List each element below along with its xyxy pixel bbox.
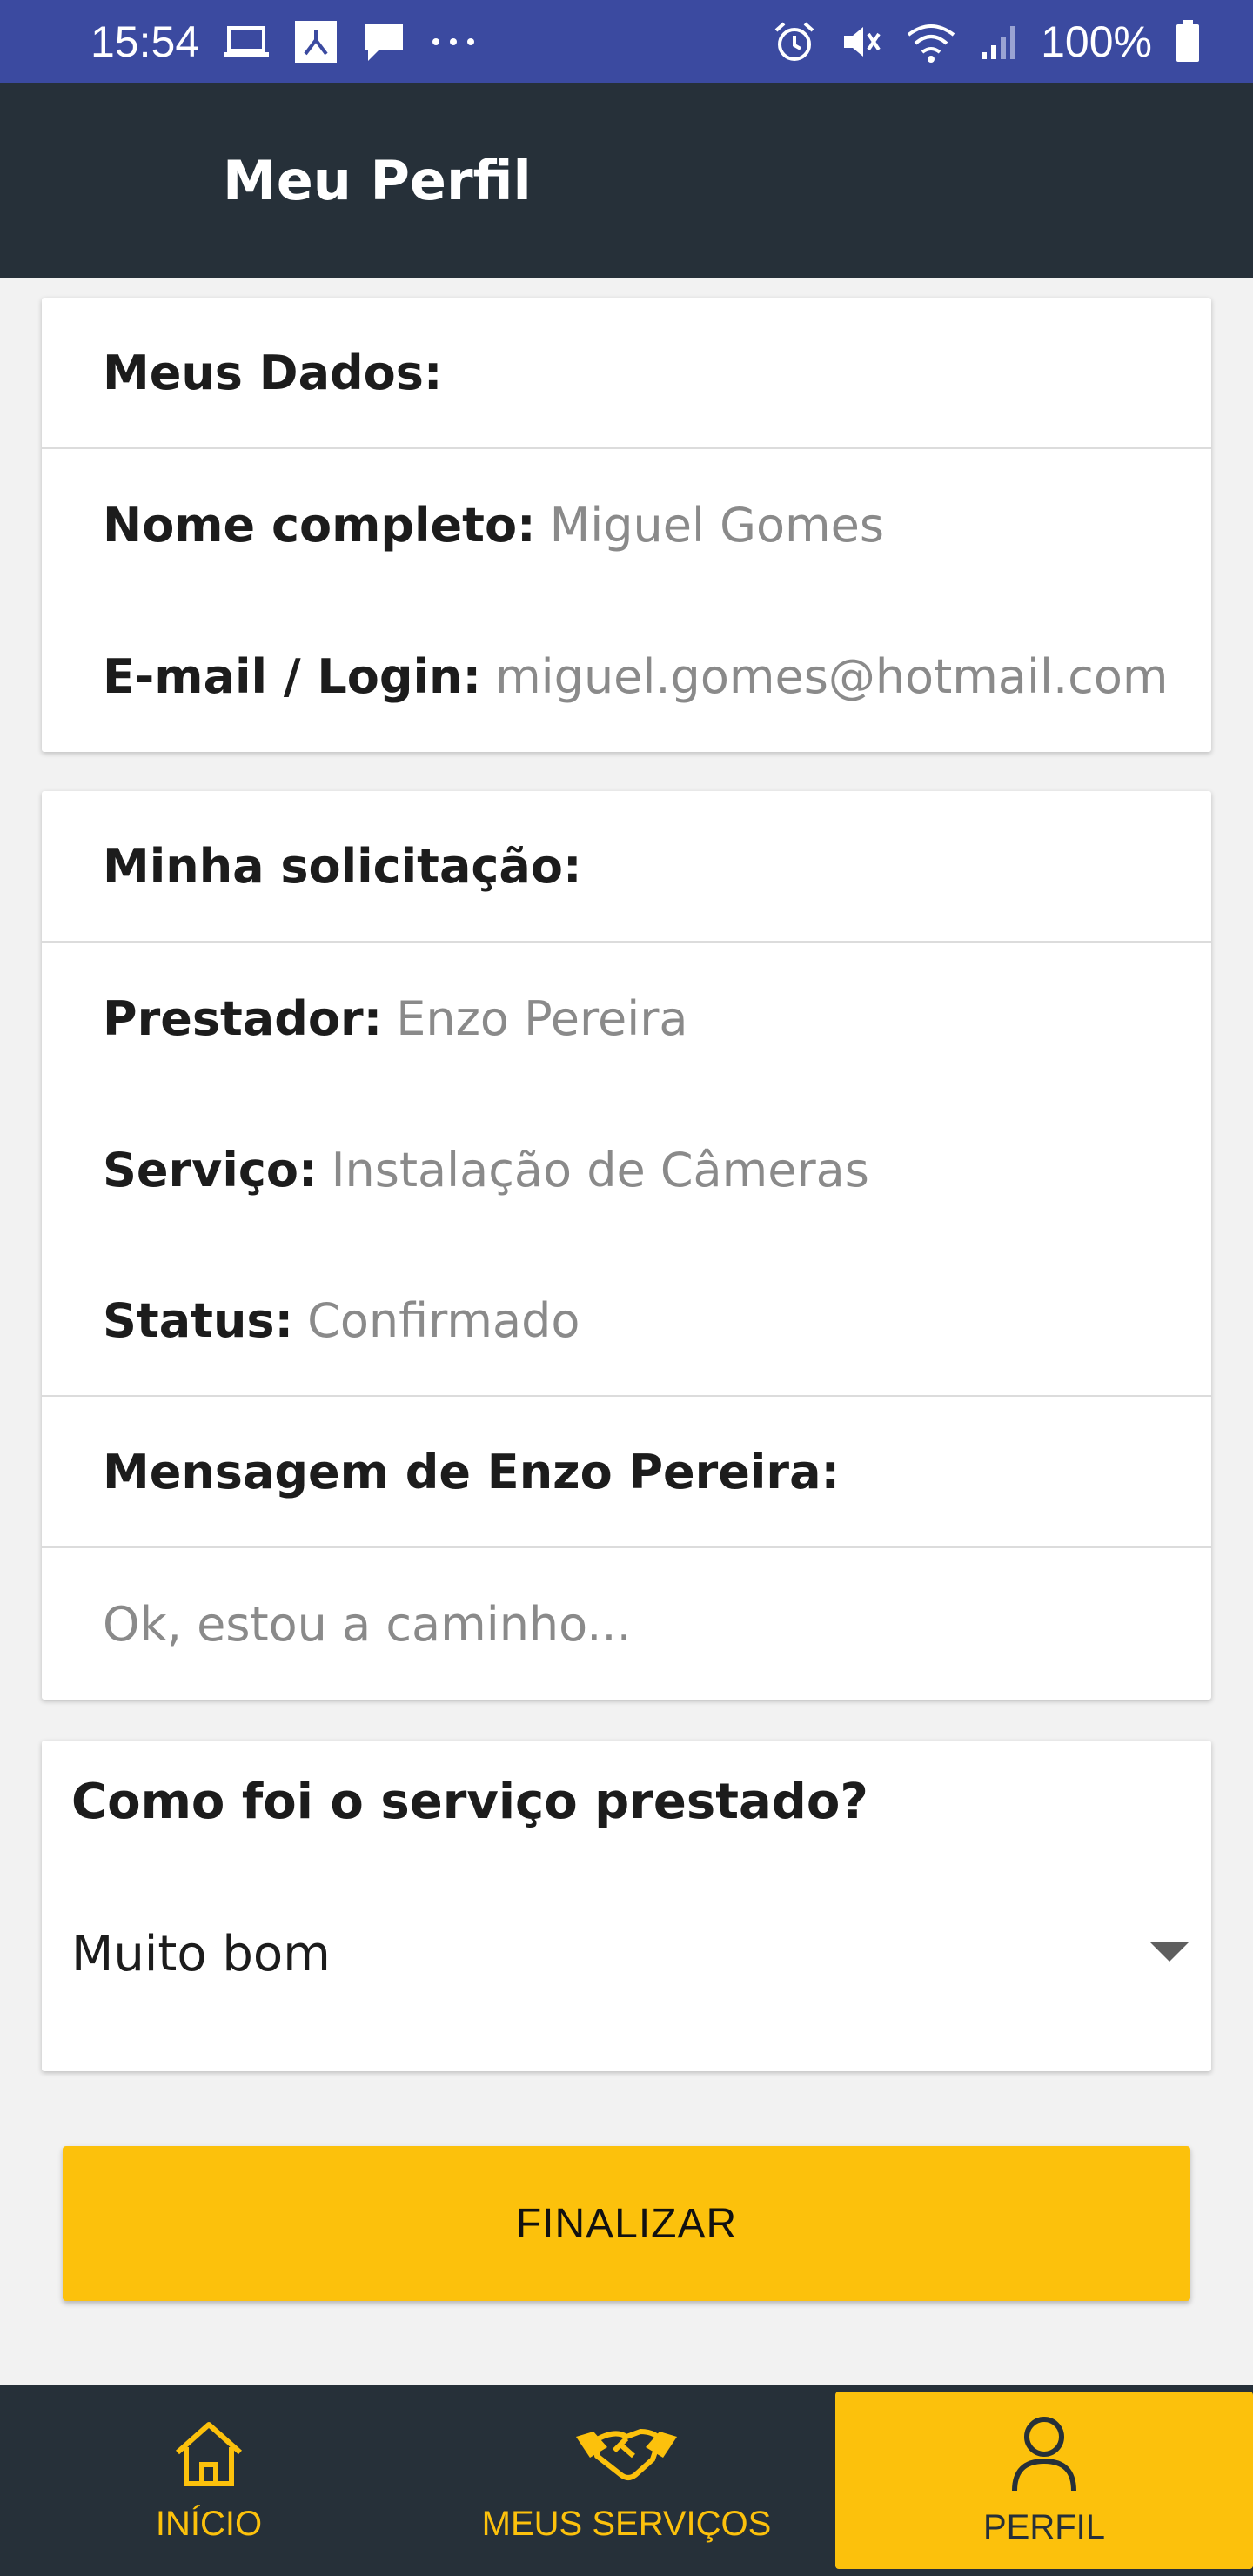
nav-label-profile: PERFIL bbox=[982, 2507, 1106, 2546]
provider-row: Prestador: Enzo Pereira bbox=[42, 943, 1211, 1094]
my-data-header-row: Meus Dados: bbox=[42, 298, 1211, 449]
wifi-icon bbox=[905, 21, 957, 63]
request-header: Minha solicitação: bbox=[103, 838, 582, 894]
nav-item-profile[interactable]: PERFIL bbox=[835, 2392, 1253, 2569]
battery-percent: 100% bbox=[1041, 17, 1152, 66]
more-dots-icon bbox=[429, 37, 478, 47]
rating-card: Como foi o serviço prestado? Muito bom bbox=[42, 1741, 1211, 2071]
laptop-icon bbox=[222, 24, 271, 59]
service-row: Serviço: Instalação de Câmeras bbox=[42, 1094, 1211, 1245]
home-icon bbox=[172, 2418, 245, 2499]
message-row: Ok, estou a caminho... bbox=[42, 1548, 1211, 1700]
rating-select[interactable]: Muito bom bbox=[71, 1884, 1189, 2023]
message-text: Ok, estou a caminho... bbox=[103, 1596, 632, 1652]
service-value: Instalação de Câmeras bbox=[331, 1142, 869, 1197]
alarm-icon bbox=[773, 20, 816, 64]
nav-label-services: MEUS SERVIÇOS bbox=[481, 2504, 772, 2543]
rating-selected-value: Muito bom bbox=[71, 1925, 331, 1982]
email-value: miguel.gomes@hotmail.com bbox=[495, 648, 1169, 704]
status-value: Confirmado bbox=[307, 1292, 580, 1348]
name-label: Nome completo: bbox=[103, 497, 536, 553]
signal-icon bbox=[980, 23, 1018, 61]
nav-item-services[interactable]: MEUS SERVIÇOS bbox=[418, 2385, 835, 2576]
battery-icon bbox=[1175, 19, 1201, 64]
status-row: Status: Confirmado bbox=[42, 1245, 1211, 1397]
dropdown-arrow-icon bbox=[1150, 1942, 1189, 1965]
page-title: Meu Perfil bbox=[223, 149, 532, 212]
name-row: Nome completo: Miguel Gomes bbox=[42, 449, 1211, 600]
status-label: Status: bbox=[103, 1292, 294, 1348]
my-data-card: Meus Dados: Nome completo: Miguel Gomes … bbox=[42, 298, 1211, 752]
request-card: Minha solicitação: Prestador: Enzo Perei… bbox=[42, 791, 1211, 1700]
nav-label-home: INÍCIO bbox=[155, 2504, 263, 2543]
bottom-nav: INÍCIO MEUS SERVIÇOS PERFIL bbox=[0, 2385, 1253, 2576]
request-header-row: Minha solicitação: bbox=[42, 791, 1211, 943]
my-data-header: Meus Dados: bbox=[103, 345, 443, 400]
rating-question: Como foi o serviço prestado? bbox=[71, 1774, 868, 1830]
handshake-icon bbox=[573, 2418, 680, 2499]
app-icon bbox=[293, 19, 338, 64]
finish-button[interactable]: FINALIZAR bbox=[63, 2146, 1190, 2301]
nav-item-home[interactable]: INÍCIO bbox=[0, 2385, 418, 2576]
provider-value: Enzo Pereira bbox=[396, 990, 688, 1046]
chat-icon bbox=[361, 19, 406, 64]
person-icon bbox=[1008, 2414, 1081, 2503]
message-header: Mensagem de Enzo Pereira: bbox=[103, 1444, 841, 1499]
status-bar: 15:54 100% bbox=[0, 0, 1253, 83]
status-bar-right: 100% bbox=[773, 17, 1201, 67]
app-bar: Meu Perfil bbox=[0, 83, 1253, 278]
email-row: E-mail / Login: miguel.gomes@hotmail.com bbox=[42, 600, 1211, 752]
provider-label: Prestador: bbox=[103, 990, 383, 1046]
status-time: 15:54 bbox=[90, 17, 200, 66]
email-label: E-mail / Login: bbox=[103, 648, 482, 704]
name-value: Miguel Gomes bbox=[549, 497, 884, 553]
mute-icon bbox=[839, 20, 882, 64]
message-header-row: Mensagem de Enzo Pereira: bbox=[42, 1397, 1211, 1548]
service-label: Serviço: bbox=[103, 1142, 318, 1197]
status-bar-left: 15:54 bbox=[90, 17, 478, 67]
